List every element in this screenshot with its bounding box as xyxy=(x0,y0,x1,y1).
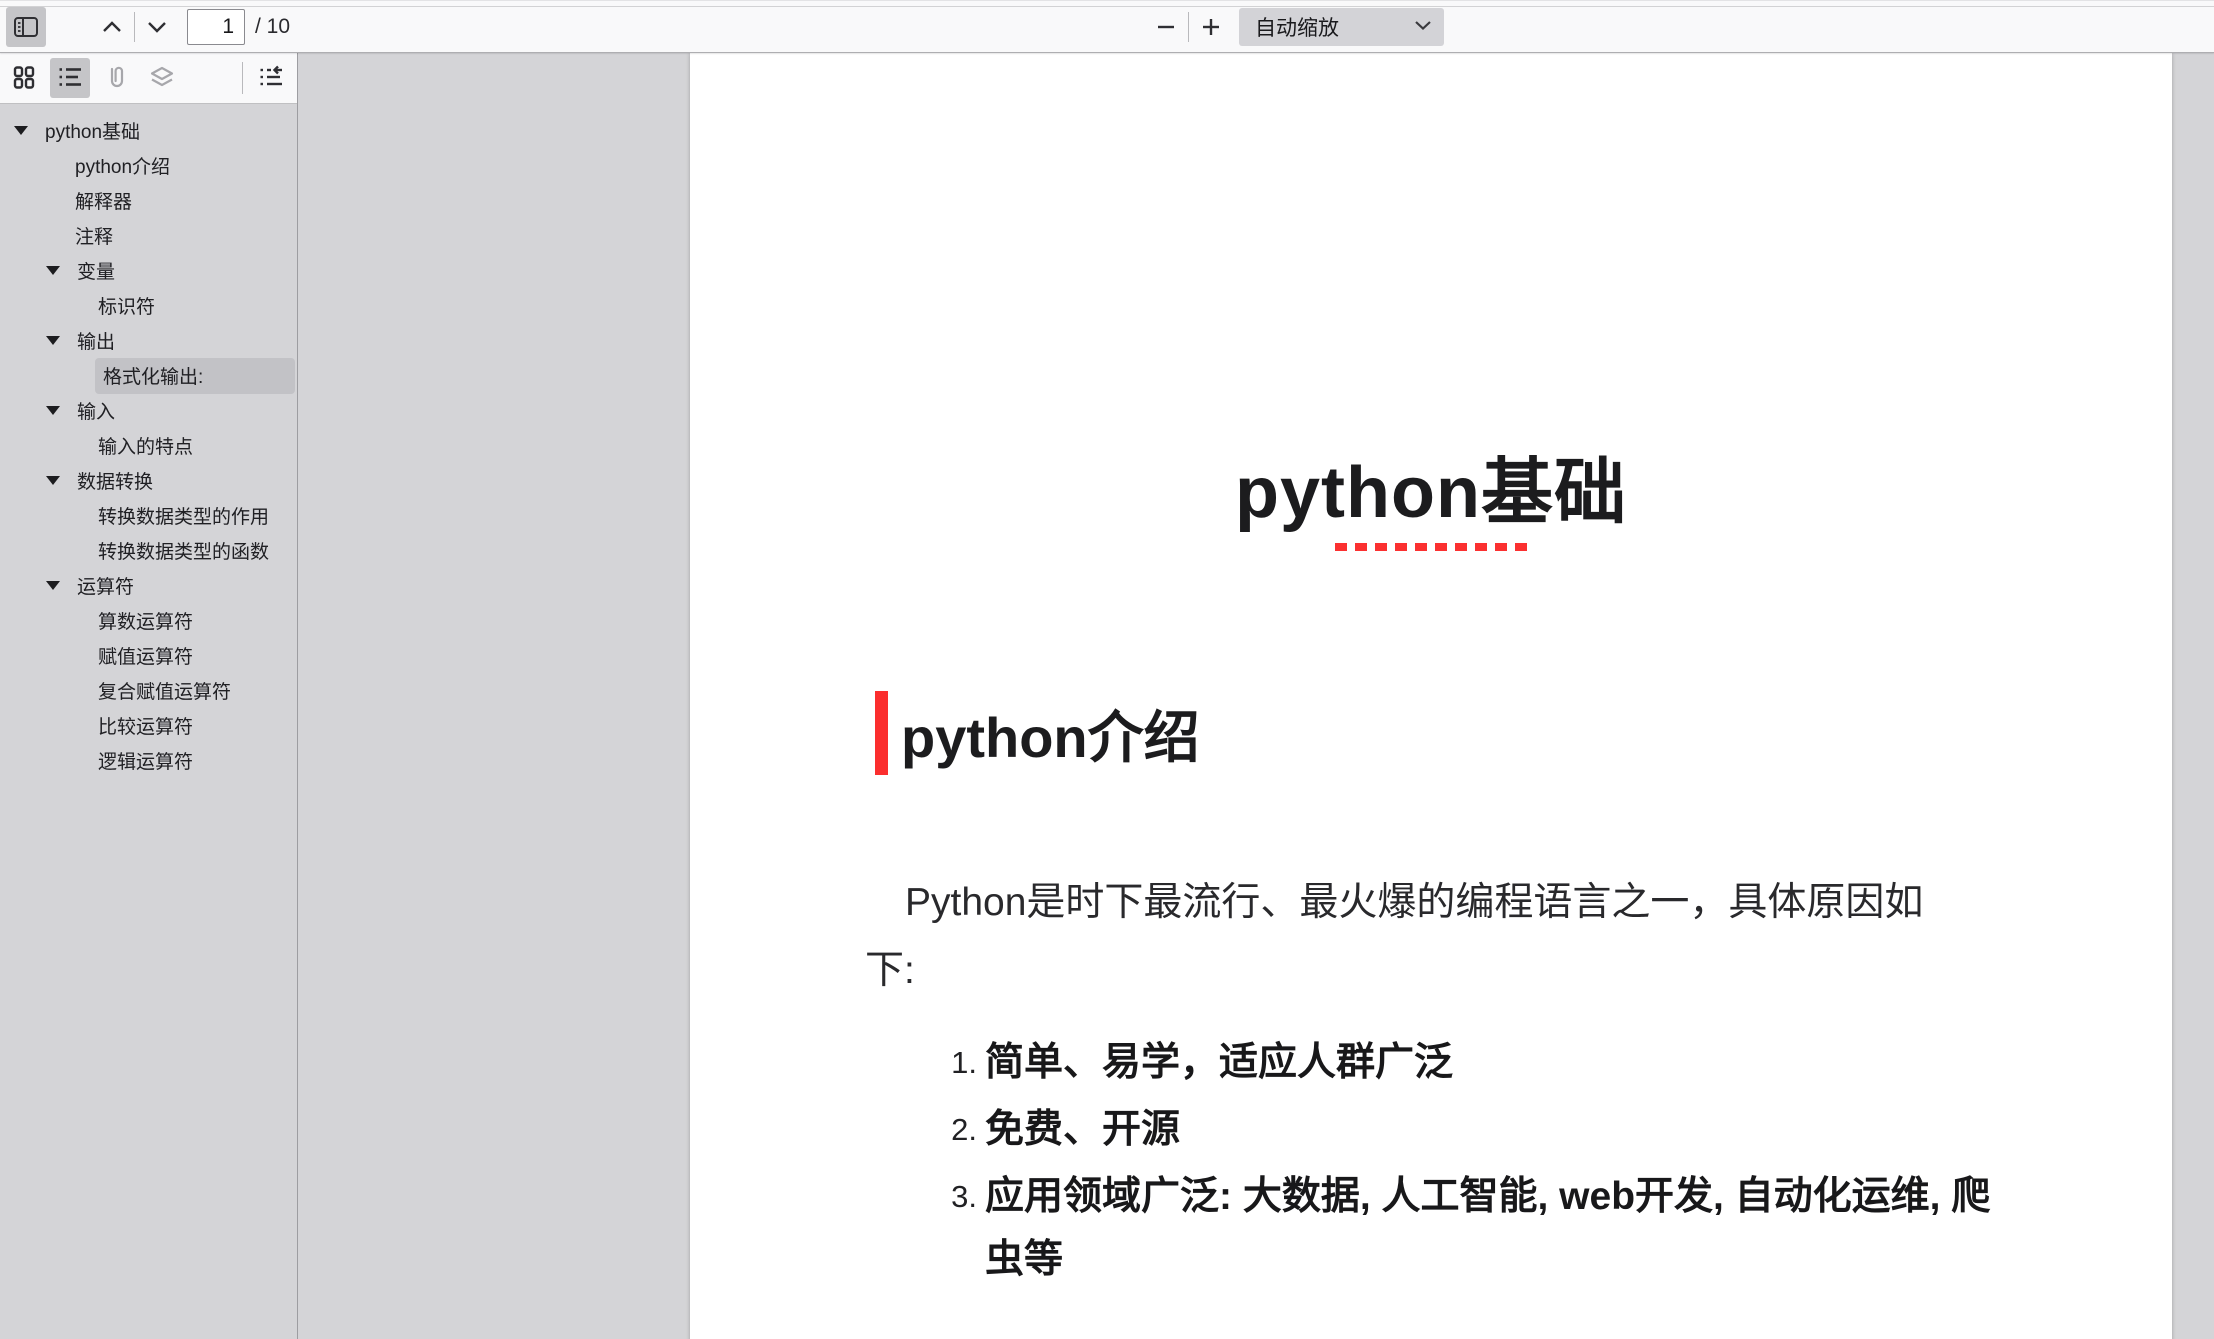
outline-view-button[interactable] xyxy=(50,58,90,98)
outline-item[interactable]: 输出 xyxy=(0,323,297,358)
list-item-text: 应用领域广泛: 大数据, 人工智能, web开发, 自动化运维, 爬虫等 xyxy=(985,1165,2015,1291)
outline-item-label[interactable]: 赋值运算符 xyxy=(95,638,201,674)
heading-red-bar xyxy=(875,691,888,775)
document-list-item: 1.简单、易学，适应人群广泛 xyxy=(945,1031,2025,1094)
outline-item-label[interactable]: 数据转换 xyxy=(74,463,161,499)
zoom-out-button[interactable] xyxy=(1148,7,1184,47)
document-list: 1.简单、易学，适应人群广泛2.免费、开源3.应用领域广泛: 大数据, 人工智能… xyxy=(945,1031,2025,1295)
list-item-number: 2. xyxy=(945,1098,977,1161)
outline-item[interactable]: 算数运算符 xyxy=(0,603,297,638)
outline-item[interactable]: 输入的特点 xyxy=(0,428,297,463)
page-number-input[interactable] xyxy=(187,9,245,45)
list-item-number: 1. xyxy=(945,1031,977,1094)
section-heading-text: python介绍 xyxy=(901,693,1200,774)
pdf-page: python基础 python介绍 Python是时下最流行、最火爆的编程语言之… xyxy=(690,53,2172,1339)
outline-icon xyxy=(57,65,83,92)
outline-item[interactable]: 赋值运算符 xyxy=(0,638,297,673)
outline-item-label[interactable]: 变量 xyxy=(74,253,123,289)
outline-item-label[interactable]: 逻辑运算符 xyxy=(95,743,201,779)
current-outline-item-button[interactable] xyxy=(251,58,291,98)
outline-item-label[interactable]: 格式化输出: xyxy=(95,358,295,394)
outline-item-label[interactable]: 注释 xyxy=(72,218,121,254)
outline-item-label[interactable]: 输出 xyxy=(74,323,123,359)
list-item-number: 3. xyxy=(945,1165,977,1291)
outline-expand-toggle-icon[interactable] xyxy=(14,126,28,135)
zoom-select[interactable]: 自动缩放 xyxy=(1239,8,1444,46)
outline-item-label[interactable]: 转换数据类型的函数 xyxy=(95,533,277,569)
sidebar-toggle-button[interactable] xyxy=(6,7,46,47)
toolbar-divider xyxy=(1188,12,1189,42)
viewer-area[interactable]: python基础 python介绍 Python是时下最流行、最火爆的编程语言之… xyxy=(299,53,2214,1339)
attachments-icon xyxy=(104,64,128,93)
outline-item-label[interactable]: 标识符 xyxy=(95,288,163,324)
toolbar-left-group: / 10 xyxy=(0,1,290,53)
outline-expand-toggle-icon[interactable] xyxy=(46,336,60,345)
zoom-out-icon xyxy=(1156,17,1176,37)
zoom-select-value: 自动缩放 xyxy=(1255,12,1339,42)
sidebar-toolbar xyxy=(0,53,297,104)
zoom-in-button[interactable] xyxy=(1193,7,1229,47)
outline-expand-toggle-icon[interactable] xyxy=(46,476,60,485)
thumbnails-icon xyxy=(12,65,36,92)
outline-item[interactable]: 数据转换 xyxy=(0,463,297,498)
outline-item[interactable]: 标识符 xyxy=(0,288,297,323)
section-heading: python介绍 xyxy=(875,691,1200,775)
layers-view-button[interactable] xyxy=(142,58,182,98)
list-item-text: 简单、易学，适应人群广泛 xyxy=(985,1031,2015,1094)
toolbar-zoom-group: 自动缩放 xyxy=(1148,1,1444,53)
layers-icon xyxy=(149,65,175,92)
title-underline-dashes xyxy=(1335,543,1527,551)
select-chevron-icon xyxy=(1414,18,1432,36)
outline-item[interactable]: 变量 xyxy=(0,253,297,288)
outline-panel: python基础python介绍解释器注释变量标识符输出格式化输出:输入输入的特… xyxy=(0,104,297,778)
current-outline-item-icon xyxy=(258,65,284,92)
outline-item[interactable]: 格式化输出: xyxy=(0,358,297,393)
outline-item-label[interactable]: 输入 xyxy=(74,393,123,429)
sidebar-toolbar-divider xyxy=(242,62,243,94)
page-count-label: / 10 xyxy=(255,15,290,39)
main-toolbar: / 10 自动缩放 xyxy=(0,0,2214,53)
toolbar-divider xyxy=(134,12,135,42)
zoom-in-icon xyxy=(1201,17,1221,37)
attachments-view-button[interactable] xyxy=(96,58,136,98)
outline-item-label[interactable]: 算数运算符 xyxy=(95,603,201,639)
outline-item[interactable]: 复合赋值运算符 xyxy=(0,673,297,708)
document-list-item: 2.免费、开源 xyxy=(945,1098,2025,1161)
outline-expand-toggle-icon[interactable] xyxy=(46,266,60,275)
outline-item-label[interactable]: 输入的特点 xyxy=(95,428,201,464)
outline-expand-toggle-icon[interactable] xyxy=(46,406,60,415)
chevron-down-icon xyxy=(146,20,168,34)
document-paragraph: Python是时下最流行、最火爆的编程语言之一，具体原因如下: xyxy=(865,869,1970,1005)
sidebar: python基础python介绍解释器注释变量标识符输出格式化输出:输入输入的特… xyxy=(0,53,298,1339)
next-page-button[interactable] xyxy=(139,7,175,47)
outline-item[interactable]: 逻辑运算符 xyxy=(0,743,297,778)
outline-item[interactable]: 转换数据类型的作用 xyxy=(0,498,297,533)
outline-item-label[interactable]: 运算符 xyxy=(74,568,142,604)
outline-expand-toggle-icon[interactable] xyxy=(46,581,60,590)
outline-item[interactable]: 运算符 xyxy=(0,568,297,603)
thumbnails-view-button[interactable] xyxy=(4,58,44,98)
outline-item[interactable]: python介绍 xyxy=(0,148,297,183)
chevron-up-icon xyxy=(101,20,123,34)
list-item-text: 免费、开源 xyxy=(985,1098,2015,1161)
outline-item[interactable]: 比较运算符 xyxy=(0,708,297,743)
outline-item[interactable]: 注释 xyxy=(0,218,297,253)
sidebar-toggle-icon xyxy=(13,15,39,39)
previous-page-button[interactable] xyxy=(94,7,130,47)
outline-item[interactable]: 转换数据类型的函数 xyxy=(0,533,297,568)
document-title: python基础 xyxy=(690,433,2172,538)
outline-item[interactable]: python基础 xyxy=(0,113,297,148)
outline-item-label[interactable]: python介绍 xyxy=(72,148,178,184)
outline-item-label[interactable]: 复合赋值运算符 xyxy=(95,673,239,709)
outline-item-label[interactable]: 解释器 xyxy=(72,183,140,219)
outline-item-label[interactable]: 转换数据类型的作用 xyxy=(95,498,277,534)
outline-item[interactable]: 输入 xyxy=(0,393,297,428)
outline-item[interactable]: 解释器 xyxy=(0,183,297,218)
outline-item-label[interactable]: 比较运算符 xyxy=(95,708,201,744)
document-list-item: 3.应用领域广泛: 大数据, 人工智能, web开发, 自动化运维, 爬虫等 xyxy=(945,1165,2025,1291)
outline-item-label[interactable]: python基础 xyxy=(42,113,148,149)
